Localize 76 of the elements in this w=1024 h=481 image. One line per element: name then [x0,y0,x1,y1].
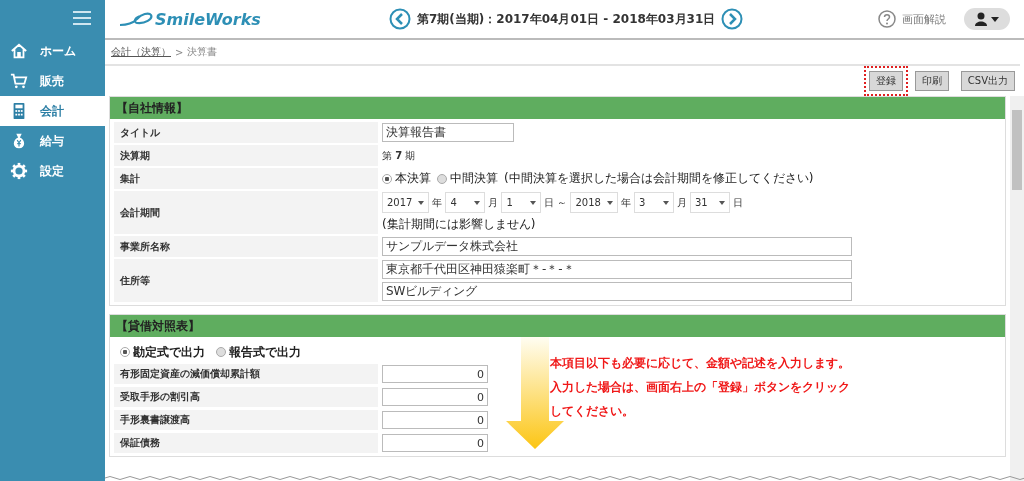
radio-label[interactable]: 報告式で出力 [229,343,301,361]
dropdown[interactable]: 2017 [382,192,430,213]
caret-icon [662,200,669,205]
gear-icon [10,162,28,180]
radio-label[interactable]: 中間決算 [450,170,498,187]
chevron-right-icon[interactable] [721,8,744,30]
unit-label: 月 [488,195,499,210]
dropdown[interactable]: 3 [633,192,674,213]
sidebar-item[interactable]: 設定 [0,156,105,186]
house-icon [10,42,28,60]
help-link[interactable]: 画面解説 [902,11,946,27]
user-caret-icon [974,12,1000,26]
radio-button[interactable] [216,347,226,357]
unit-label: 日 [732,195,743,210]
section-header: 【貸借対照表】 [110,315,1005,337]
text-field[interactable]: 東京都千代田区神田猿楽町＊-＊-＊ [382,260,852,279]
field-label: 住所等 [114,259,378,302]
field-value: 第 7 期 [382,148,416,163]
unit-label: 年 [620,195,631,210]
toolbar-button[interactable]: CSV出力 [960,71,1015,91]
hint-text: (集計期間には影響しません) [382,216,537,233]
amount-field[interactable]: 0 [382,411,488,429]
dropdown[interactable]: 4 [445,192,486,213]
logo-text: SmileWorks [155,9,261,29]
field-label: 受取手形の割引高 [114,387,378,407]
radio-button[interactable] [382,173,392,184]
period-label: 第7期(当期)：2017年04月01日 - 2018年03月31日 [417,10,716,28]
amount-field[interactable]: 0 [382,434,488,452]
field-label: 集計 [114,168,378,189]
section-header: 【自社情報】 [110,97,1005,119]
text-field[interactable]: サンプルデータ株式会社 [382,237,852,256]
hint-text: (中間決算を選択した場合は会計期間を修正してください) [504,170,814,187]
radio-label[interactable]: 本決算 [395,170,431,187]
sidebar-item[interactable]: ホーム [0,36,105,66]
field-label: 保証債務 [114,433,378,453]
toolbar-button[interactable]: 登録 [868,71,903,91]
unit-label: ～ [557,195,568,210]
breadcrumb-current: 決算書 [187,45,218,59]
sidebar-item[interactable]: 給与 [0,126,105,156]
cart-icon [10,72,28,90]
toolbar-button[interactable]: 印刷 [914,71,949,91]
text-field[interactable]: 決算報告書 [382,123,514,142]
field-label: 会計期間 [114,191,378,234]
field-label: 有形固定資産の減価償却累計額 [114,364,378,384]
scrollbar[interactable] [1010,96,1024,481]
field-label: 事業所名称 [114,236,378,257]
user-menu-button[interactable] [964,8,1010,30]
caret-icon [418,200,425,205]
menu-icon[interactable] [73,11,91,25]
caret-icon [606,200,613,205]
sidebar-item[interactable]: 販売 [0,66,105,96]
caret-icon [530,200,537,205]
radio-button[interactable] [120,347,130,357]
instruction-note: 本項目以下も必要に応じて、金額や記述を入力します。 入力した場合は、画面右上の「登録」ボタンをクリック してください。 [550,355,850,420]
text-field[interactable]: SWビルディング [382,282,852,301]
caret-icon [474,200,481,205]
amount-field[interactable]: 0 [382,388,488,406]
field-label: 手形裏書譲渡高 [114,410,378,430]
field-label: 決算期 [114,145,378,166]
unit-label: 年 [432,195,443,210]
radio-button[interactable] [437,173,447,184]
caret-icon [718,200,725,205]
help-icon[interactable] [878,10,896,28]
dropdown[interactable]: 2018 [570,192,618,213]
sidebar-item[interactable]: 会計 [0,96,105,126]
radio-label[interactable]: 勘定式で出力 [133,343,205,361]
breadcrumb-link[interactable]: 会計（決算） [111,45,171,59]
leaf-logo-icon [119,11,153,27]
dropdown[interactable]: 31 [689,192,730,213]
unit-label: 月 [676,195,687,210]
unit-label: 日 [544,195,555,210]
breadcrumb-separator: > [175,46,184,58]
amount-field[interactable]: 0 [382,365,488,383]
dropdown[interactable]: 1 [501,192,542,213]
chevron-left-icon[interactable] [389,8,411,30]
field-label: タイトル [114,122,378,143]
